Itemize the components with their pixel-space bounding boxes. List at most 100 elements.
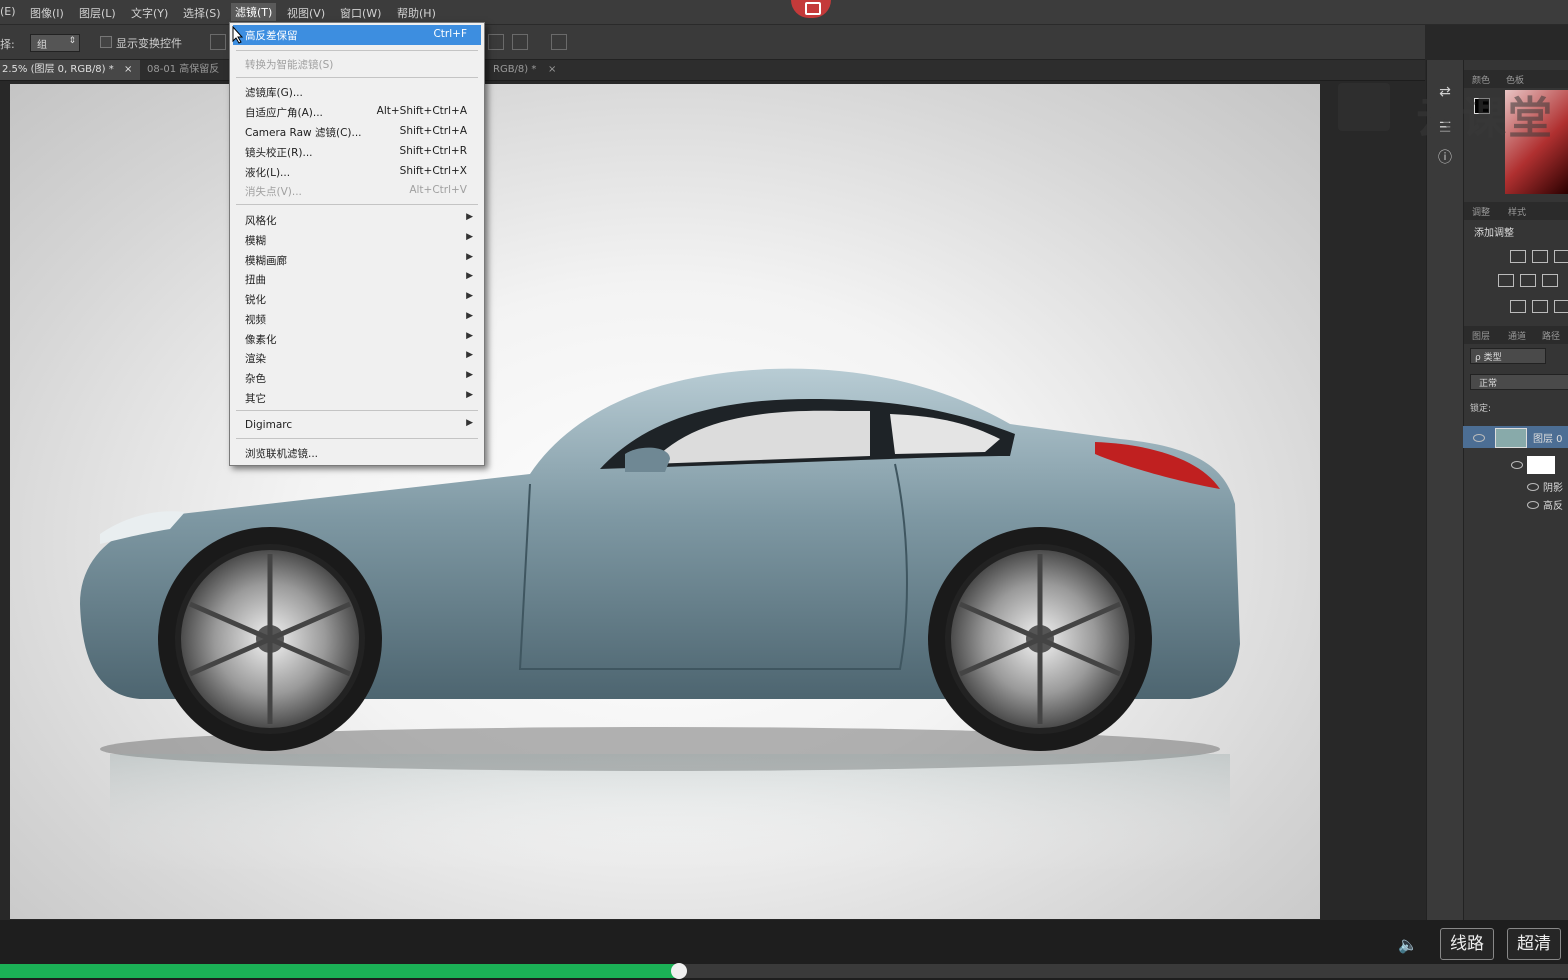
filter-mask-row[interactable] xyxy=(1463,454,1568,476)
black-white-icon[interactable] xyxy=(1542,274,1558,287)
layer-row[interactable]: 图层 0 xyxy=(1463,426,1568,448)
eye-icon[interactable] xyxy=(1527,501,1539,509)
show-transform-checkbox[interactable] xyxy=(100,36,112,48)
chevron-updown-icon: ⇕ xyxy=(68,36,76,46)
item-label: 自适应广角(A)... xyxy=(245,107,323,119)
item-label: 锐化 xyxy=(245,294,266,306)
item-shortcut: Ctrl+F xyxy=(433,28,467,40)
menu-item-stylize[interactable]: 风格化 ▶ xyxy=(233,210,481,230)
threshold-icon[interactable] xyxy=(1532,300,1548,313)
dropdown-value: 正常 xyxy=(1479,379,1498,389)
menu-item-adaptive-wide-angle[interactable]: 自适应广角(A)... Alt+Shift+Ctrl+A xyxy=(233,102,481,122)
auto-select-dropdown[interactable]: 组 ⇕ xyxy=(30,34,80,52)
menu-item-high-pass[interactable]: 高反差保留 Ctrl+F xyxy=(233,25,481,45)
lock-label: 锁定: xyxy=(1470,404,1492,414)
menu-filter[interactable]: 滤镜(T) xyxy=(231,3,277,21)
vibrance-icon[interactable] xyxy=(1498,274,1514,287)
menu-item-lens-correction[interactable]: 镜头校正(R)... Shift+Ctrl+R xyxy=(233,142,481,162)
document-canvas[interactable] xyxy=(10,84,1320,919)
item-label: 模糊 xyxy=(245,235,266,247)
menu-item-noise[interactable]: 杂色 ▶ xyxy=(233,368,481,388)
item-label: Camera Raw 滤镜(C)... xyxy=(245,127,362,139)
align-icon[interactable] xyxy=(210,34,226,50)
route-button[interactable]: 线路 xyxy=(1440,928,1494,960)
menu-help[interactable]: 帮助(H) xyxy=(397,5,436,21)
item-label: 转换为智能滤镜(S) xyxy=(245,59,334,71)
item-label: 扭曲 xyxy=(245,274,266,286)
side-toolbar: ⇄ ☰ ⓘ xyxy=(1426,60,1463,920)
distribute-icon[interactable] xyxy=(512,34,528,50)
eye-icon[interactable] xyxy=(1527,483,1539,491)
curves-icon[interactable] xyxy=(1554,250,1568,263)
item-label: 渲染 xyxy=(245,353,266,365)
levels-icon[interactable] xyxy=(1532,250,1548,263)
menu-separator xyxy=(236,204,478,205)
tab-document-1[interactable]: 2.5% (图层 0, RGB/8) * × xyxy=(0,60,140,80)
tab-document-2[interactable]: 08-01 高保留反 xyxy=(141,60,231,80)
close-icon[interactable]: × xyxy=(124,60,132,80)
quality-button[interactable]: 超清 xyxy=(1507,928,1561,960)
watermark-text: 云课堂 xyxy=(1416,93,1554,144)
menu-layer[interactable]: 图层(L) xyxy=(79,5,116,21)
menu-item-blur[interactable]: 模糊 ▶ xyxy=(233,230,481,250)
item-shortcut: Alt+Shift+Ctrl+A xyxy=(376,105,467,117)
eye-icon[interactable] xyxy=(1511,461,1523,469)
menu-item-filter-gallery[interactable]: 滤镜库(G)... xyxy=(233,82,481,102)
gradient-map-icon[interactable] xyxy=(1554,300,1568,313)
tab-channels[interactable]: 通道 xyxy=(1508,329,1526,342)
menu-item-liquify[interactable]: 液化(L)... Shift+Ctrl+X xyxy=(233,162,481,182)
menu-separator xyxy=(236,410,478,411)
item-label: 杂色 xyxy=(245,373,266,385)
cursor-icon xyxy=(232,26,244,44)
auto-align-icon[interactable] xyxy=(551,34,567,50)
progress-fill xyxy=(0,964,679,978)
submenu-arrow-icon: ▶ xyxy=(466,232,473,242)
menu-separator xyxy=(236,438,478,439)
menu-item-pixelate[interactable]: 像素化 ▶ xyxy=(233,329,481,349)
brightness-icon[interactable] xyxy=(1510,250,1526,263)
brand-logo xyxy=(1338,83,1390,131)
menu-item-other[interactable]: 其它 ▶ xyxy=(233,388,481,408)
menu-edit[interactable]: (E) xyxy=(0,5,16,18)
tab-styles[interactable]: 样式 xyxy=(1508,205,1526,218)
menu-view[interactable]: 视图(V) xyxy=(287,5,325,21)
info-icon[interactable]: ⓘ xyxy=(1437,150,1453,166)
menu-item-browse-online[interactable]: 浏览联机滤镜... xyxy=(233,443,481,463)
volume-icon[interactable]: 🔈 xyxy=(1398,935,1422,954)
tab-document-3[interactable]: RGB/8) * × xyxy=(483,60,563,80)
menu-item-sharpen[interactable]: 锐化 ▶ xyxy=(233,289,481,309)
submenu-arrow-icon: ▶ xyxy=(466,311,473,321)
item-label: 浏览联机滤镜... xyxy=(245,448,319,460)
item-shortcut: Shift+Ctrl+X xyxy=(399,165,467,177)
menu-item-camera-raw[interactable]: Camera Raw 滤镜(C)... Shift+Ctrl+A xyxy=(233,122,481,142)
menu-type[interactable]: 文字(Y) xyxy=(131,5,168,21)
tab-label: 08-01 高保留反 xyxy=(147,64,220,75)
menu-item-distort[interactable]: 扭曲 ▶ xyxy=(233,269,481,289)
tab-adjustments[interactable]: 调整 xyxy=(1472,205,1490,218)
menu-item-render[interactable]: 渲染 ▶ xyxy=(233,348,481,368)
invert-icon[interactable] xyxy=(1510,300,1526,313)
menu-item-video[interactable]: 视频 ▶ xyxy=(233,309,481,329)
submenu-arrow-icon: ▶ xyxy=(466,252,473,262)
menu-item-blur-gallery[interactable]: 模糊画廊 ▶ xyxy=(233,250,481,270)
tab-layers[interactable]: 图层 xyxy=(1472,329,1490,342)
menu-item-digimarc[interactable]: Digimarc ▶ xyxy=(233,416,481,436)
color-balance-icon[interactable] xyxy=(1520,274,1536,287)
eye-icon[interactable] xyxy=(1473,434,1485,442)
menu-select[interactable]: 选择(S) xyxy=(183,5,221,21)
close-icon[interactable]: × xyxy=(548,60,556,80)
item-label: Digimarc xyxy=(245,419,293,431)
tab-label: 2.5% (图层 0, RGB/8) * xyxy=(2,64,114,75)
submenu-arrow-icon: ▶ xyxy=(466,271,473,281)
blend-mode-dropdown[interactable]: 正常 xyxy=(1470,374,1568,390)
submenu-arrow-icon: ▶ xyxy=(466,291,473,301)
smart-filter-row[interactable]: 高反 xyxy=(1463,494,1568,516)
layer-thumbnail xyxy=(1495,428,1527,448)
tab-paths[interactable]: 路径 xyxy=(1542,329,1560,342)
progress-handle[interactable] xyxy=(670,963,687,979)
layer-filter-dropdown[interactable]: ρ 类型 xyxy=(1470,348,1546,364)
show-transform-label: 显示变换控件 xyxy=(116,37,182,50)
menu-window[interactable]: 窗口(W) xyxy=(340,5,381,21)
menu-image[interactable]: 图像(I) xyxy=(30,5,64,21)
distribute-icon[interactable] xyxy=(488,34,504,50)
